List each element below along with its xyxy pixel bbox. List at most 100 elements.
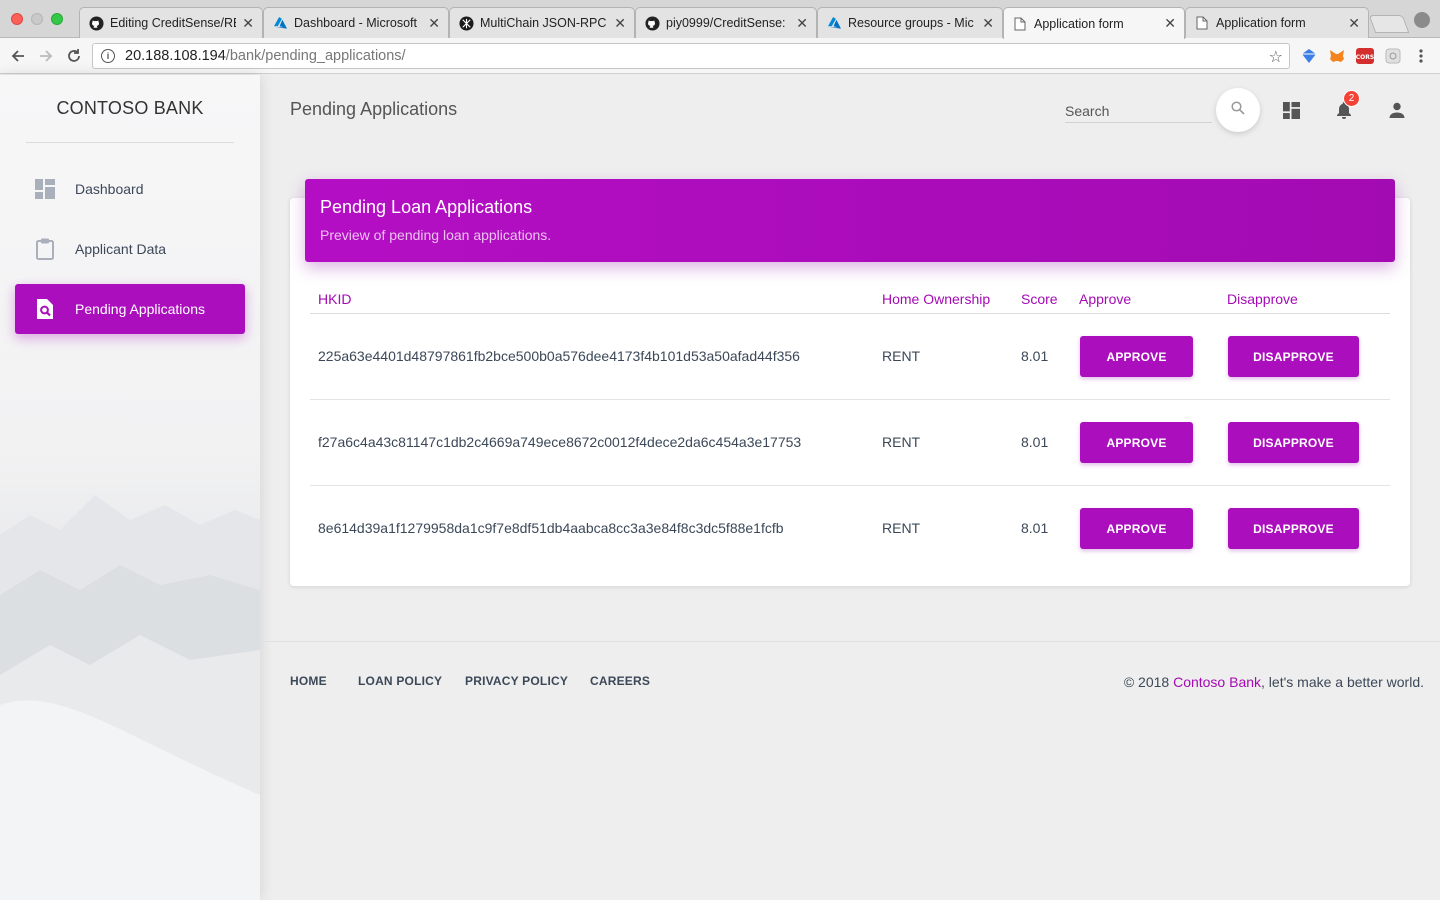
footer-copyright: © 2018 Contoso Bank, let's make a better…: [1124, 674, 1424, 690]
sidebar-background-image: [0, 495, 260, 900]
dashboard-icon[interactable]: [1280, 99, 1302, 121]
url-path: /bank/pending_applications/: [225, 48, 406, 64]
sidebar-item-label: Dashboard: [75, 181, 144, 197]
window-minimize-button[interactable]: [31, 13, 43, 25]
cell-hkid: 8e614d39a1f1279958da1c9f7e8df51db4aabca8…: [318, 520, 784, 536]
copyright-brand-link[interactable]: Contoso Bank: [1173, 674, 1261, 690]
disapprove-button[interactable]: DISAPPROVE: [1228, 508, 1359, 549]
browser-tab[interactable]: Dashboard - Microsoft ✕: [263, 7, 449, 38]
tab-title: piy0999/CreditSense:: [666, 16, 786, 30]
copyright-suffix: , let's make a better world.: [1261, 674, 1424, 690]
footer-link-loan-policy[interactable]: LOAN POLICY: [358, 674, 442, 688]
browser-tab[interactable]: Editing CreditSense/RE ✕: [79, 7, 263, 38]
azure-icon: [272, 15, 288, 31]
tab-close-icon[interactable]: ✕: [428, 15, 440, 32]
column-header-home-ownership: Home Ownership: [882, 291, 991, 307]
github-icon: [644, 15, 660, 31]
tab-close-icon[interactable]: ✕: [982, 15, 994, 32]
browser-tab[interactable]: MultiChain JSON-RPC ✕: [449, 7, 635, 38]
user-account-icon[interactable]: [1386, 99, 1408, 121]
notifications-badge: 2: [1343, 90, 1360, 107]
search-button[interactable]: [1216, 88, 1260, 132]
browser-tab[interactable]: piy0999/CreditSense: ✕: [635, 7, 817, 38]
tab-close-icon[interactable]: ✕: [1164, 15, 1176, 32]
browser-tabstrip: Editing CreditSense/RE ✕ Dashboard - Mic…: [0, 0, 1440, 39]
column-header-score: Score: [1021, 291, 1058, 307]
tab-title: Editing CreditSense/RE: [110, 16, 237, 30]
extension-blue-icon[interactable]: [1300, 47, 1318, 65]
column-header-approve: Approve: [1079, 291, 1132, 307]
browser-tab[interactable]: Resource groups - Mic ✕: [817, 7, 1003, 38]
bookmark-star-icon[interactable]: ☆: [1269, 47, 1283, 67]
sidebar-item-pending-applications[interactable]: Pending Applications: [15, 284, 245, 334]
forward-icon[interactable]: [36, 46, 56, 66]
search-input[interactable]: [1065, 101, 1212, 121]
disapprove-button[interactable]: DISAPPROVE: [1228, 336, 1359, 377]
tab-title: Application form: [1216, 16, 1306, 30]
tab-title: Dashboard - Microsoft: [294, 16, 417, 30]
tab-close-icon[interactable]: ✕: [796, 15, 808, 32]
azure-icon: [826, 15, 842, 31]
sidebar-item-label: Pending Applications: [75, 301, 205, 317]
window-close-button[interactable]: [11, 13, 23, 25]
browser-toolbar: i 20.188.108.194/bank/pending_applicatio…: [0, 38, 1440, 74]
sidebar-item-applicant-data[interactable]: Applicant Data: [15, 224, 245, 274]
table-row: 8e614d39a1f1279958da1c9f7e8df51db4aabca8…: [310, 486, 1390, 572]
footer-link-careers[interactable]: CAREERS: [590, 674, 650, 688]
address-bar[interactable]: i 20.188.108.194/bank/pending_applicatio…: [92, 43, 1290, 69]
cell-score: 8.01: [1021, 348, 1049, 364]
copyright-prefix: © 2018: [1123, 674, 1174, 690]
approve-button[interactable]: APPROVE: [1080, 422, 1193, 463]
sidebar: CONTOSO BANK Dashboard Applicant Data Pe…: [0, 75, 260, 900]
search-field: [1065, 101, 1212, 123]
site-info-icon[interactable]: i: [101, 49, 115, 63]
profile-icon[interactable]: [1414, 12, 1430, 28]
sidebar-item-label: Applicant Data: [75, 241, 167, 257]
card-subtitle: Preview of pending loan applications.: [320, 227, 552, 243]
cell-home-ownership: RENT: [882, 434, 921, 450]
column-header-hkid: HKID: [318, 291, 352, 307]
url-host: 20.188.108.194: [125, 48, 226, 64]
page-icon: [1194, 15, 1210, 31]
card-title: Pending Loan Applications: [320, 197, 533, 217]
table-header: HKID Home Ownership Score Approve Disapp…: [310, 284, 1390, 314]
cell-hkid: f27a6c4a43c81147c1db2c4669a749ece8672c00…: [318, 434, 802, 450]
tab-close-icon[interactable]: ✕: [614, 15, 626, 32]
page-icon: [1012, 16, 1028, 32]
multichain-icon: [458, 15, 474, 31]
tab-close-icon[interactable]: ✕: [1348, 15, 1360, 32]
new-tab-button[interactable]: [1368, 15, 1410, 33]
sidebar-item-dashboard[interactable]: Dashboard: [15, 164, 245, 214]
search-file-icon: [35, 298, 55, 320]
dashboard-icon: [35, 178, 55, 200]
column-header-disapprove: Disapprove: [1227, 291, 1298, 307]
browser-tab-active[interactable]: Application form ✕: [1003, 7, 1185, 39]
cell-score: 8.01: [1021, 434, 1049, 450]
back-icon[interactable]: [8, 46, 28, 66]
tab-title: MultiChain JSON-RPC: [480, 16, 607, 30]
tab-title: Resource groups - Mic: [848, 16, 974, 30]
tab-close-icon[interactable]: ✕: [242, 15, 254, 32]
svg-text:CORS: CORS: [1356, 54, 1374, 61]
browser-menu-icon[interactable]: [1412, 47, 1430, 65]
table-row: 225a63e4401d48797861fb2bce500b0a576dee41…: [310, 314, 1390, 400]
browser-tab[interactable]: Application form ✕: [1185, 7, 1369, 38]
footer-divider: [260, 641, 1440, 642]
tab-title: Application form: [1034, 16, 1124, 31]
card-header: Pending Loan Applications Preview of pen…: [305, 179, 1395, 262]
reload-icon[interactable]: [64, 46, 84, 66]
metamask-icon[interactable]: [1328, 47, 1346, 65]
approve-button[interactable]: APPROVE: [1080, 508, 1193, 549]
disapprove-button[interactable]: DISAPPROVE: [1228, 422, 1359, 463]
page-title[interactable]: Pending Applications: [290, 99, 457, 120]
cors-icon[interactable]: CORS: [1356, 47, 1374, 65]
extension-gray-icon[interactable]: [1384, 47, 1402, 65]
footer-link-home[interactable]: HOME: [290, 674, 327, 688]
approve-button[interactable]: APPROVE: [1080, 336, 1193, 377]
footer-link-privacy-policy[interactable]: PRIVACY POLICY: [465, 674, 568, 688]
brand-logo[interactable]: CONTOSO BANK: [26, 75, 234, 143]
clipboard-icon: [35, 238, 55, 260]
cell-score: 8.01: [1021, 520, 1049, 536]
window-zoom-button[interactable]: [51, 13, 63, 25]
cell-home-ownership: RENT: [882, 520, 921, 536]
